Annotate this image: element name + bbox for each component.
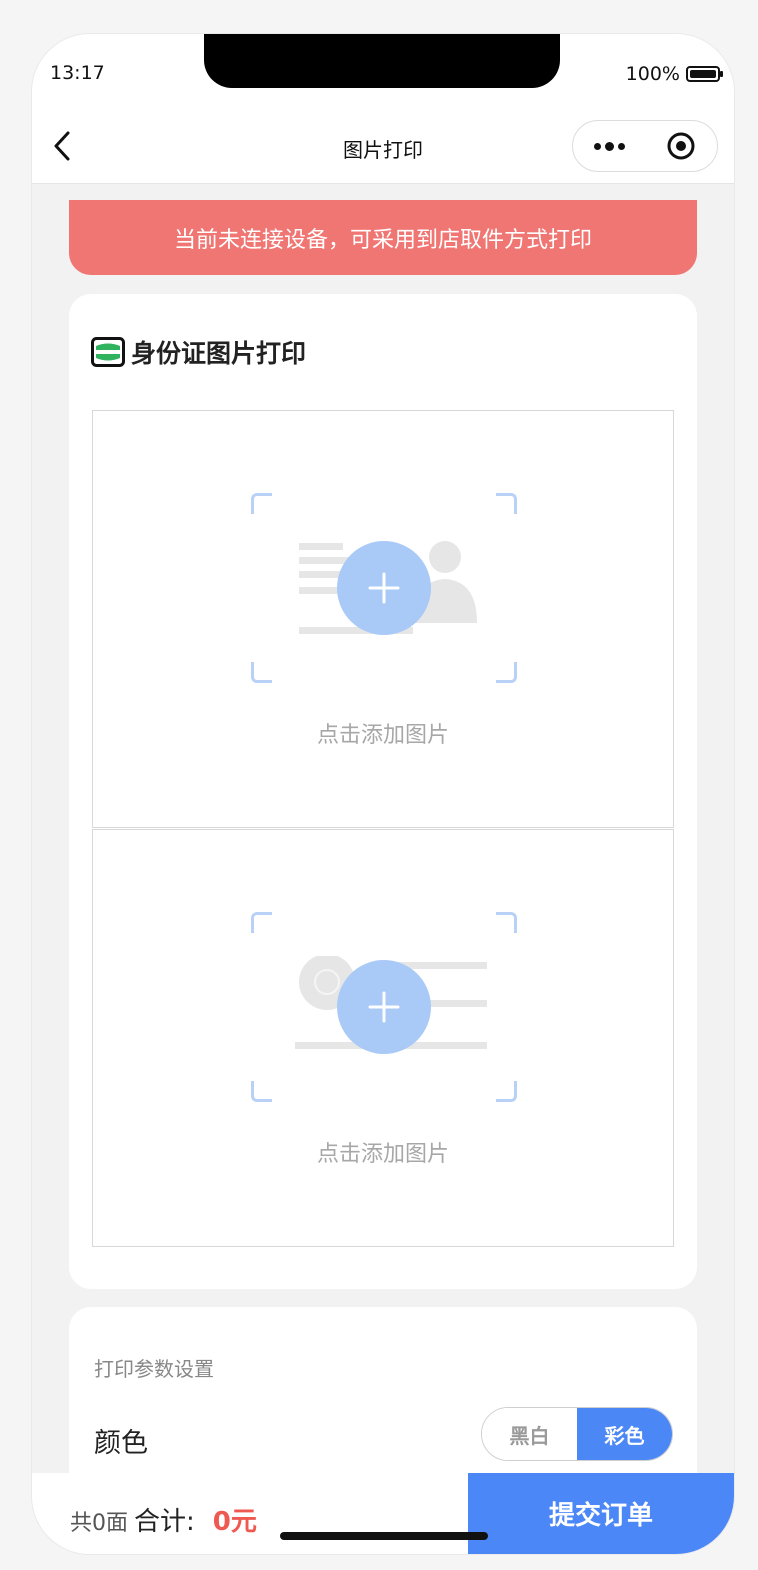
nav-bar: 图片打印: [32, 108, 734, 184]
connection-alert: 当前未连接设备，可采用到店取件方式打印: [69, 200, 697, 275]
upload-portrait-side[interactable]: 点击添加图片: [92, 410, 674, 828]
status-time: 13:17: [50, 62, 105, 84]
target-icon: [667, 132, 695, 160]
bottom-bar: 共0面 合计: 0元 提交订单: [32, 1473, 734, 1554]
color-option-color[interactable]: 彩色: [577, 1408, 672, 1460]
id-card-print-card: 身份证图片打印 点击添加图片 点击添加图片: [69, 294, 697, 1289]
color-mode-toggle[interactable]: 黑白 彩色: [481, 1407, 673, 1461]
submit-order-button[interactable]: 提交订单: [468, 1473, 734, 1554]
add-image-button[interactable]: [337, 960, 431, 1054]
add-image-button[interactable]: [337, 541, 431, 635]
total-label: 合计:: [134, 1507, 195, 1537]
upload-hint: 点击添加图片: [316, 723, 449, 748]
plus-icon: [368, 572, 400, 604]
upload-emblem-side[interactable]: 点击添加图片: [92, 829, 674, 1247]
scan-frame: [251, 493, 517, 683]
settings-title: 打印参数设置: [94, 1357, 214, 1381]
status-bar: 13:17 100%: [32, 34, 734, 108]
upload-hint: 点击添加图片: [316, 1142, 449, 1167]
close-mini-program-button[interactable]: [645, 121, 717, 171]
more-menu-button[interactable]: [573, 121, 645, 171]
home-indicator[interactable]: [280, 1532, 488, 1540]
mini-program-capsule: [572, 120, 718, 172]
card-title: 身份证图片打印: [91, 334, 306, 370]
id-card-icon: [91, 337, 125, 367]
total-price: 0元: [212, 1507, 257, 1537]
order-total: 共0面 合计: 0元: [70, 1501, 257, 1538]
scan-frame: [251, 912, 517, 1102]
battery-icon: [686, 66, 723, 82]
notch: [204, 34, 560, 88]
page-count: 共0面: [70, 1511, 128, 1536]
battery-indicator: 100%: [625, 63, 723, 85]
color-label: 颜色: [94, 1428, 148, 1459]
card-title-text: 身份证图片打印: [131, 339, 307, 368]
battery-percent: 100%: [625, 63, 680, 85]
phone-screen: 13:17 100% 图片打印 当前未连接设备，可采用到店取件方式打印 身份证图…: [32, 34, 734, 1554]
more-dots-icon: [593, 142, 601, 150]
color-option-bw[interactable]: 黑白: [482, 1408, 577, 1460]
plus-icon: [368, 991, 400, 1023]
